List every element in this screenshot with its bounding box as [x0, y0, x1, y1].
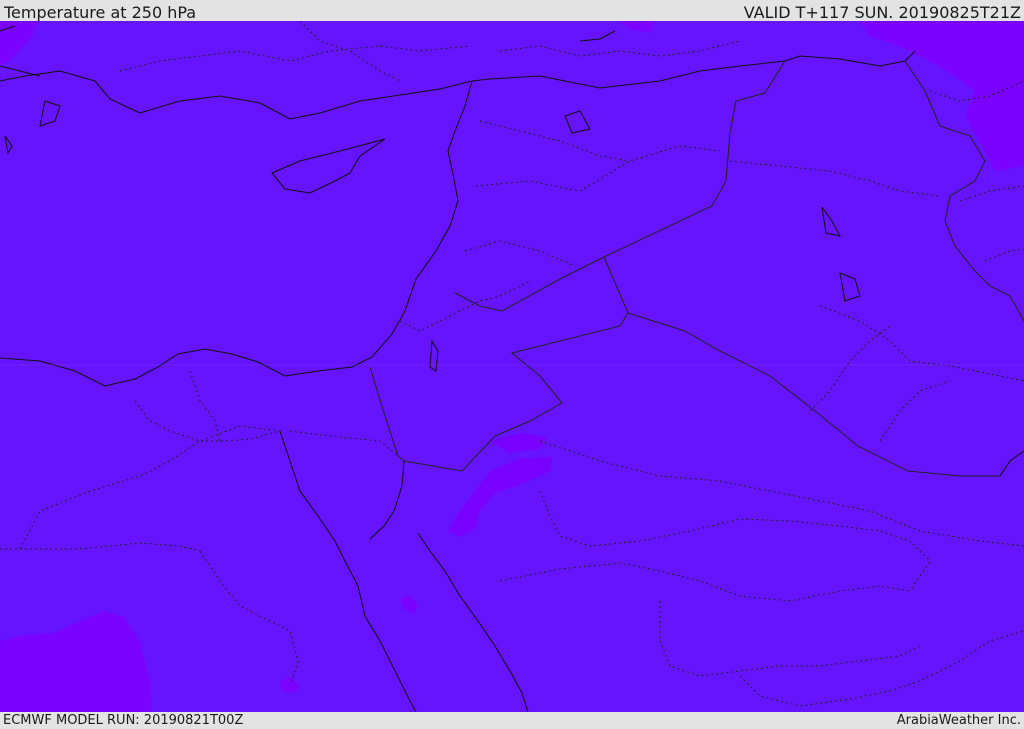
- prov-syria-3: [464, 240, 576, 267]
- prov-sinai: [289, 430, 399, 457]
- coast-persian-gulf: [999, 450, 1024, 477]
- prov-iraq-2: [809, 325, 891, 412]
- prov-turkey-2: [499, 40, 741, 57]
- prov-iran-2: [959, 185, 1024, 202]
- shading-patch-egypt: [280, 677, 300, 693]
- coast-caspian-lake: [821, 206, 841, 237]
- provincial-borders: [0, 21, 1024, 707]
- prov-turkey-3: [299, 21, 401, 82]
- coast-redsea-west: [279, 430, 417, 712]
- prov-iraq-3: [879, 380, 951, 442]
- border-iraq-saudi: [627, 312, 1000, 477]
- coast-black-sea: [489, 50, 916, 89]
- prov-syria-1: [479, 120, 631, 162]
- map-header: Temperature at 250 hPa VALID T+117 SUN. …: [0, 0, 1024, 22]
- prov-saudi-2: [499, 562, 911, 602]
- coastlines: [0, 25, 1024, 712]
- map-footer: ECMWF MODEL RUN: 20190821T00Z ArabiaWeat…: [0, 712, 1024, 729]
- shading-patch-nw: [0, 21, 40, 66]
- national-borders: [369, 60, 1024, 477]
- coast-turkey-south: [0, 70, 491, 120]
- prov-turkey-1: [119, 45, 471, 72]
- model-run-label: ECMWF MODEL RUN: 20190821T00Z: [3, 713, 244, 728]
- valid-time: VALID T+117 SUN. 20190825T21Z: [743, 3, 1021, 22]
- shading-patch-ne: [860, 21, 1024, 171]
- coast-cyprus: [271, 138, 386, 194]
- coast-dead-sea: [429, 339, 439, 372]
- prov-saudi-4: [659, 601, 921, 677]
- map-title: Temperature at 250 hPa: [4, 3, 197, 22]
- coast-lake-urmia: [839, 272, 861, 302]
- prov-iraq-1: [819, 305, 1024, 382]
- coast-gulf-suez: [369, 460, 405, 540]
- prov-saudi-3: [539, 490, 931, 592]
- prov-egypt-4: [199, 550, 299, 682]
- credit-label: ArabiaWeather Inc.: [896, 713, 1021, 728]
- shading-patch-sw: [0, 611, 152, 712]
- prov-egypt-1: [0, 542, 201, 552]
- shading-patch-sinai-1: [490, 433, 548, 453]
- prov-saudi-1: [539, 440, 1024, 547]
- shading-patch-top: [620, 21, 655, 33]
- coast-lake-van: [564, 110, 591, 134]
- prov-iran-3: [984, 248, 1024, 262]
- shading-patch-redsea: [400, 595, 418, 613]
- prov-egypt-2: [19, 425, 281, 550]
- prov-egypt-3: [134, 400, 281, 442]
- prov-egypt-5: [189, 370, 221, 442]
- map-canvas: [0, 21, 1024, 712]
- prov-iraq-4: [729, 160, 941, 197]
- prov-saudi-5: [739, 630, 1024, 707]
- border-syria-iraq: [603, 60, 786, 258]
- border-jordan-iraq: [454, 256, 605, 312]
- weather-map[interactable]: [0, 21, 1024, 712]
- border-egypt-sinai: [369, 366, 405, 462]
- temperature-shading: [0, 21, 1024, 712]
- coast-redsea-east: [417, 532, 529, 712]
- coast-mediterranean-south: [0, 80, 473, 387]
- prov-syria-2: [475, 145, 721, 192]
